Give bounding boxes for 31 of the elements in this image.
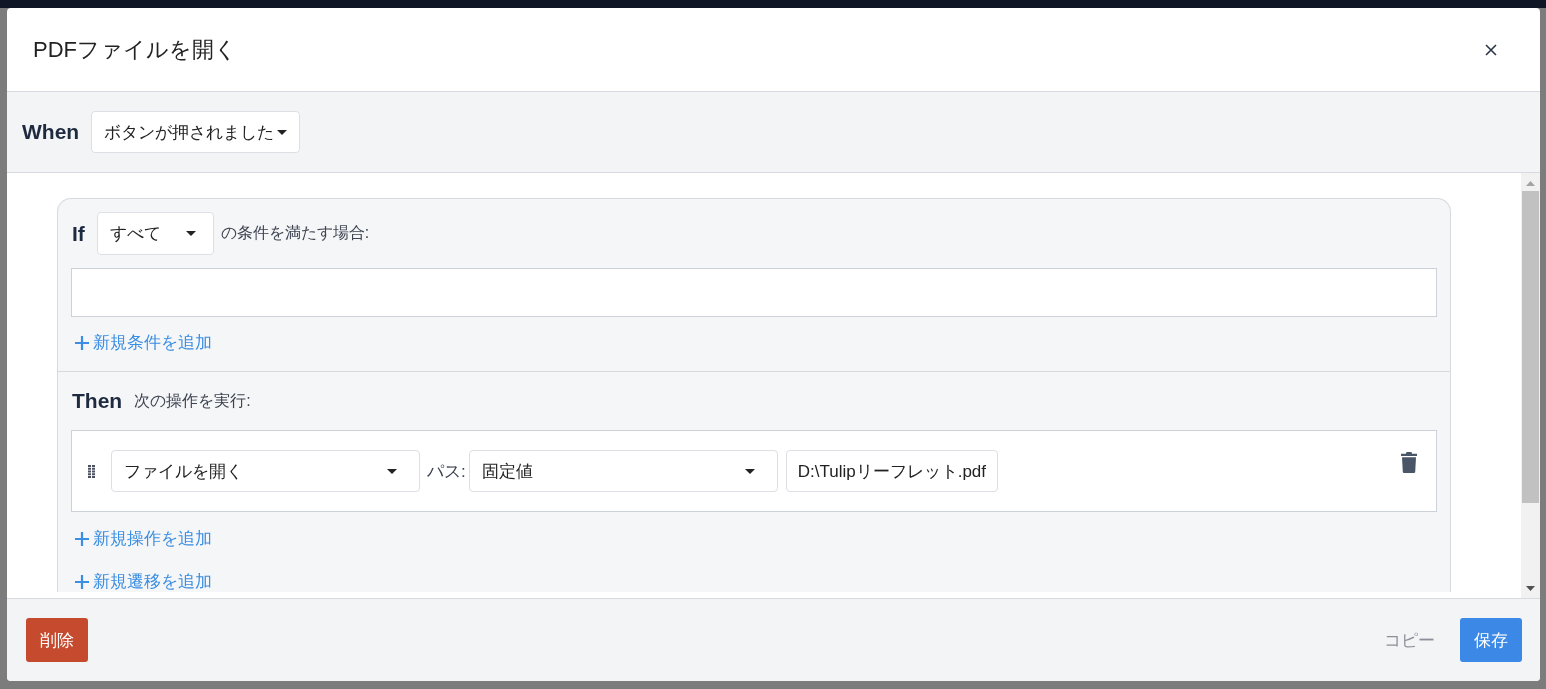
caret-icon <box>387 468 397 474</box>
drag-handle-icon[interactable] <box>88 464 95 478</box>
scrollbar[interactable] <box>1521 173 1540 598</box>
if-label: If <box>72 221 85 246</box>
caret-icon <box>185 231 196 236</box>
plus-icon <box>75 336 89 350</box>
delete-button[interactable]: 削除 <box>26 618 88 662</box>
match-dropdown[interactable]: すべて <box>96 212 214 255</box>
trigger-dropdown[interactable]: ボタンが押されました <box>91 111 301 153</box>
scroll-down-arrow-icon[interactable] <box>1526 586 1535 591</box>
path-mode-dropdown[interactable]: 固定値 <box>468 450 778 492</box>
add-transition-link[interactable]: 新規遷移を追加 <box>75 572 212 592</box>
path-label: パス: <box>427 460 466 483</box>
plus-icon <box>75 575 89 589</box>
condition-text: の条件を満たす場合: <box>220 223 370 243</box>
when-label: When <box>22 120 80 144</box>
copy-button[interactable]: コピー <box>1384 628 1435 652</box>
caret-icon <box>277 129 288 135</box>
action-dropdown[interactable]: ファイルを開く <box>111 450 420 492</box>
caret-icon <box>744 468 755 474</box>
add-action-link[interactable]: 新規操作を追加 <box>75 529 212 549</box>
plus-icon <box>75 532 89 546</box>
save-button[interactable]: 保存 <box>1460 618 1522 662</box>
add-condition-link[interactable]: 新規条件を追加 <box>75 333 212 353</box>
path-field[interactable]: D:\Tulipリーフレット.pdf <box>785 450 999 492</box>
close-icon[interactable] <box>1485 43 1497 56</box>
scrollbar-thumb[interactable] <box>1522 191 1539 503</box>
then-label: Then <box>72 389 123 413</box>
trash-icon[interactable] <box>1401 452 1417 473</box>
then-text: 次の操作を実行: <box>134 390 251 411</box>
dialog-title: PDFファイルを開く <box>33 35 237 64</box>
